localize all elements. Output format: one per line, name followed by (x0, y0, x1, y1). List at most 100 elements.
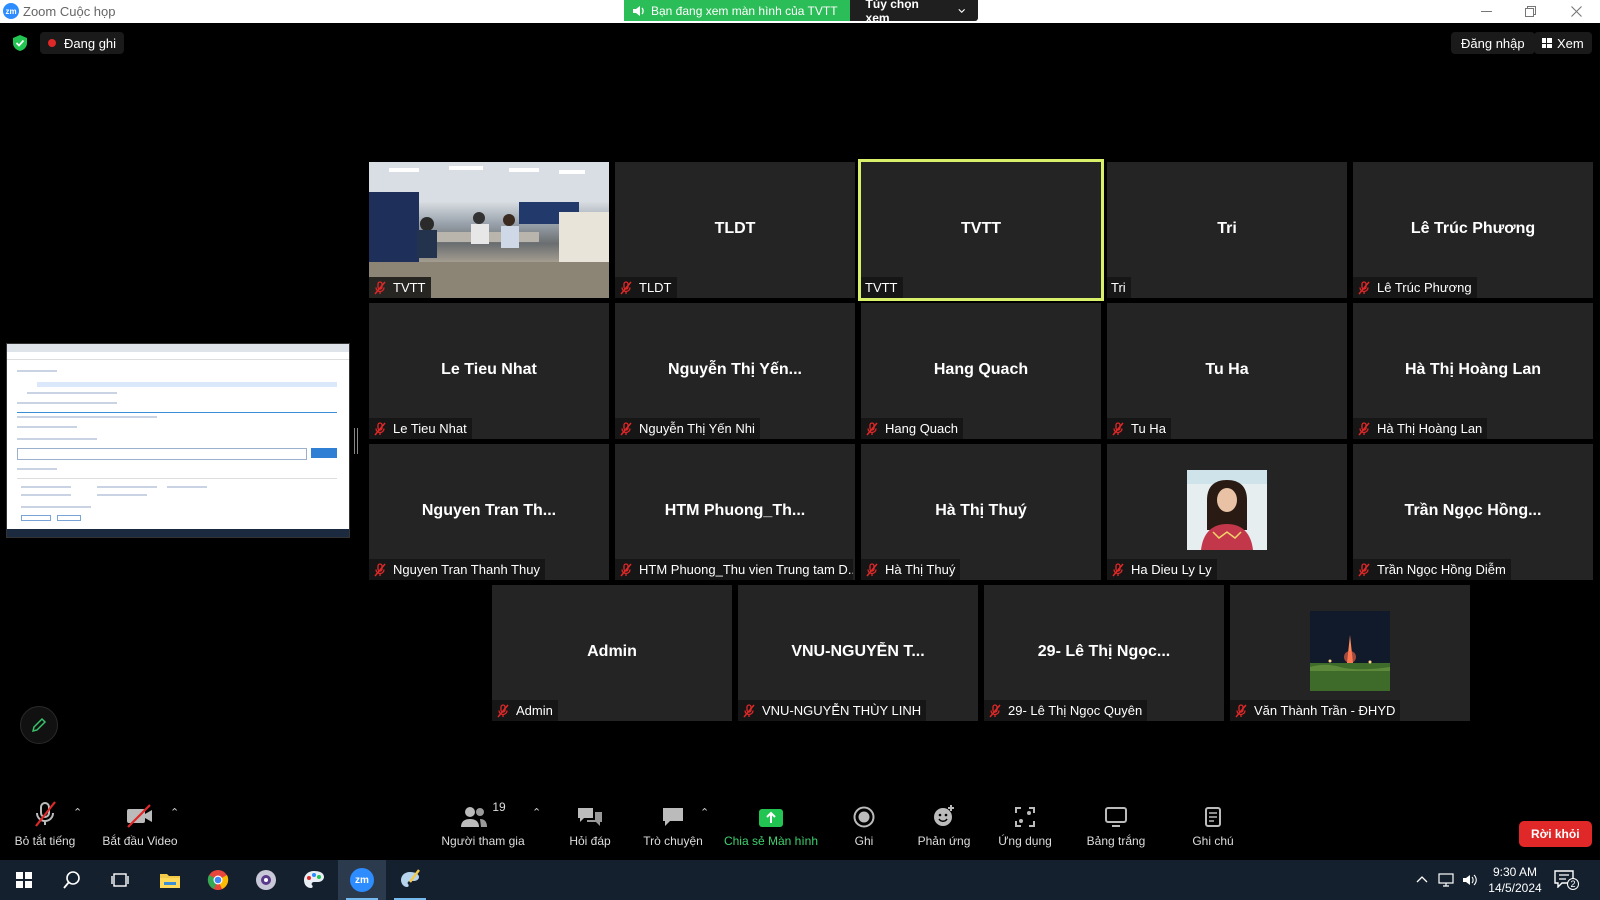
file-explorer-button[interactable] (146, 860, 194, 900)
task-view-button[interactable] (96, 860, 144, 900)
reactions-label: Phản ứng (917, 834, 971, 848)
participants-button[interactable]: 19 Người tham gia (438, 796, 528, 860)
participant-name: Lê Trúc Phương (1377, 280, 1472, 295)
zoom-meeting-window: zm Zoom Cuộc họp Bạn đang xem màn hình c… (0, 0, 1600, 900)
qa-button[interactable]: Hỏi đáp (562, 796, 618, 860)
shared-divider (17, 412, 337, 413)
participant-name: VNU-NGUYỄN THÙY LINH (762, 703, 922, 718)
restore-button[interactable] (1508, 0, 1552, 23)
participant-name-label: Hang Quach (861, 418, 963, 439)
participant-name: Tri (1111, 280, 1126, 295)
notification-center-button[interactable]: 2 (1554, 870, 1580, 892)
chat-options-caret[interactable]: ⌃ (700, 806, 709, 819)
reactions-emoji-icon (934, 805, 954, 826)
mic-muted-icon (866, 421, 878, 435)
participant-tile[interactable]: Hang Quach Hang Quach (861, 303, 1101, 439)
media-player-button[interactable] (242, 860, 290, 900)
minimize-button[interactable] (1464, 0, 1508, 23)
shared-browser-address-bar (7, 352, 349, 360)
unmute-all-label: Bỏ tắt tiếng (14, 834, 76, 848)
participant-name-label: Tu Ha (1107, 418, 1171, 439)
participant-tile[interactable]: Lê Trúc Phương Lê Trúc Phương (1353, 162, 1593, 298)
chrome-button[interactable] (194, 860, 242, 900)
mic-muted-icon (1358, 421, 1370, 435)
shared-search-button (311, 448, 337, 458)
view-options-button[interactable]: Tùy chọn xem (849, 0, 978, 25)
participant-name-label: HTM Phuong_Thu vien Trung tam D... (615, 559, 853, 580)
taskbar-search-button[interactable] (48, 860, 96, 900)
participant-tile[interactable]: Hà Thị Thuý Hà Thị Thuý (861, 444, 1101, 580)
view-button[interactable]: Xem (1534, 32, 1592, 54)
mic-muted-icon (1112, 421, 1124, 435)
chevron-down-icon (958, 8, 966, 13)
zoom-taskbar-button[interactable]: zm (338, 860, 386, 900)
participant-tile[interactable]: Trần Ngọc Hồng... Trần Ngọc Hồng Diễm (1353, 444, 1593, 580)
participant-name-label: TVTT (861, 277, 903, 298)
mic-muted-icon (35, 801, 56, 827)
volume-icon[interactable] (1462, 873, 1478, 887)
participant-tile[interactable]: VNU-NGUYỄN T... VNU-NGUYỄN THÙY LINH (738, 585, 978, 721)
tray-chevron-up-icon[interactable] (1416, 875, 1428, 883)
network-icon[interactable] (1438, 873, 1456, 887)
close-button[interactable] (1554, 0, 1598, 23)
mic-muted-icon (1358, 280, 1370, 294)
shared-screen-view[interactable] (6, 343, 350, 538)
share-screen-button[interactable]: Chia sẻ Màn hình (722, 796, 820, 860)
mic-muted-icon (866, 562, 878, 576)
restore-icon (1524, 6, 1536, 17)
participant-tile[interactable]: 29- Lê Thị Ngọc... 29- Lê Thị Ngọc Quyên (984, 585, 1224, 721)
shared-text-line (17, 402, 117, 404)
notes-button[interactable]: Ghi chú (1184, 796, 1242, 860)
participant-name-label: Admin (492, 700, 558, 721)
participant-tile[interactable]: Tu Ha Tu Ha (1107, 303, 1347, 439)
participant-tile[interactable]: Le Tieu Nhat Le Tieu Nhat (369, 303, 609, 439)
participant-tile[interactable]: Nguyen Tran Th... Nguyen Tran Thanh Thuy (369, 444, 609, 580)
paint-3d-button[interactable] (386, 860, 434, 900)
participant-tile[interactable]: TVTT (369, 162, 609, 298)
participant-tile[interactable]: Văn Thành Trần - ĐHYD (1230, 585, 1470, 721)
audio-options-caret[interactable]: ⌃ (73, 806, 82, 819)
participant-tile[interactable]: HTM Phuong_Th... HTM Phuong_Thu vien Trun… (615, 444, 855, 580)
mic-muted-icon (1358, 562, 1370, 576)
mic-muted-icon (374, 280, 386, 294)
participant-tile[interactable]: Tri Tri (1107, 162, 1347, 298)
panel-resize-handle[interactable] (354, 428, 358, 454)
recording-indicator[interactable]: Đang ghi (40, 32, 125, 54)
whiteboard-button[interactable]: Bảng trắng (1080, 796, 1152, 860)
participant-name-label: Trần Ngọc Hồng Diễm (1353, 559, 1511, 580)
shared-text-line (167, 486, 207, 488)
unmute-all-button[interactable]: Bỏ tắt tiếng (10, 796, 80, 860)
participant-tile[interactable]: TLDT TLDT (615, 162, 855, 298)
security-shield-icon[interactable] (11, 34, 29, 52)
participant-name-label: Le Tieu Nhat (369, 418, 472, 439)
window-title: Zoom Cuộc họp (23, 4, 116, 19)
participant-tile[interactable]: Nguyễn Thị Yến... Nguyễn Thị Yến Nhi (615, 303, 855, 439)
participant-tile[interactable]: Ha Dieu Ly Ly (1107, 444, 1347, 580)
task-view-icon (111, 873, 129, 887)
clock-date: 14/5/2024 (1488, 881, 1542, 895)
participant-name-label: Hà Thị Hoàng Lan (1353, 418, 1488, 439)
apps-button[interactable]: Ứng dụng (996, 796, 1054, 860)
record-label: Ghi (854, 834, 874, 848)
record-icon (853, 806, 875, 828)
video-off-icon (127, 804, 152, 828)
participants-options-caret[interactable]: ⌃ (532, 806, 541, 819)
qa-label: Hỏi đáp (569, 834, 611, 848)
record-button[interactable]: Ghi (844, 796, 884, 860)
chat-button[interactable]: Trò chuyện (640, 796, 706, 860)
annotate-button[interactable] (20, 706, 58, 744)
video-options-caret[interactable]: ⌃ (170, 806, 179, 819)
shared-text-line (17, 416, 157, 418)
leave-button[interactable]: Rời khỏi (1519, 821, 1592, 847)
login-button[interactable]: Đăng nhập (1451, 32, 1535, 54)
participant-tile[interactable]: Hà Thị Hoàng Lan Hà Thị Hoàng Lan (1353, 303, 1593, 439)
start-button[interactable] (0, 860, 48, 900)
paint-app-button[interactable] (290, 860, 338, 900)
chrome-icon (207, 870, 229, 890)
participant-avatar (1310, 611, 1390, 691)
participant-name-label: Nguyen Tran Thanh Thuy (369, 559, 545, 580)
participant-tile[interactable]: Admin Admin (492, 585, 732, 721)
reactions-button[interactable]: Phản ứng (916, 796, 972, 860)
participant-tile[interactable]: TVTT TVTT (858, 159, 1104, 301)
system-clock[interactable]: 9:30 AM 14/5/2024 (1484, 864, 1546, 896)
